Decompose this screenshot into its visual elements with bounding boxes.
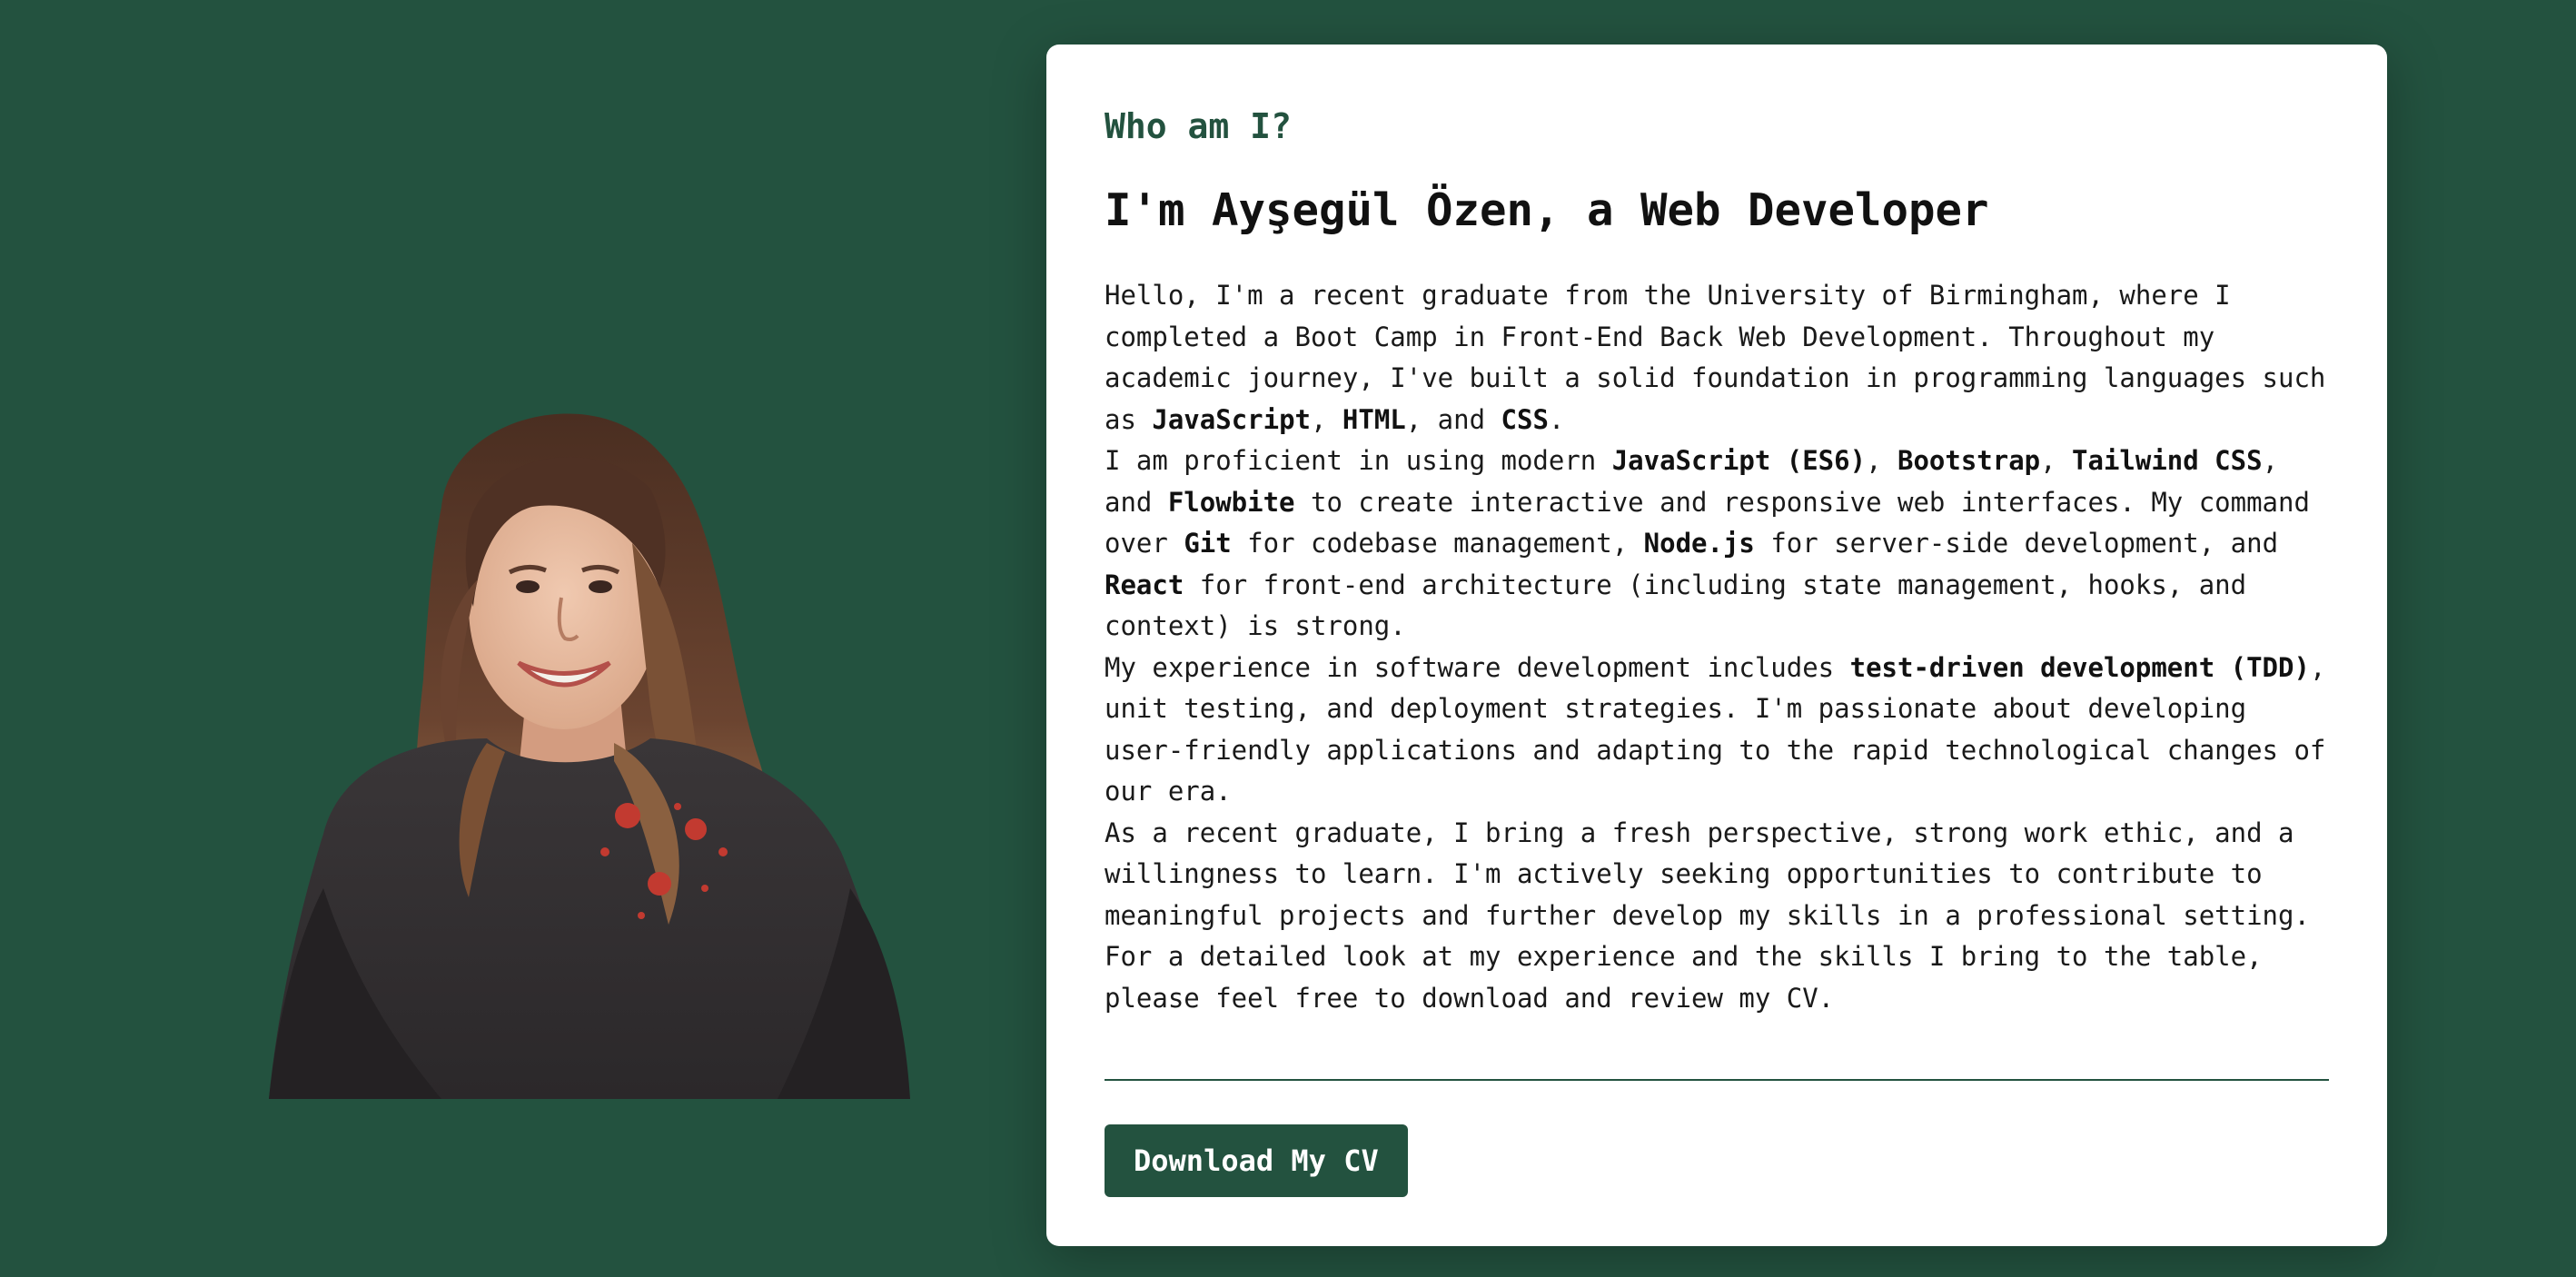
- download-cv-button[interactable]: Download My CV: [1105, 1124, 1408, 1197]
- about-card: Who am I? I'm Ayşegül Özen, a Web Develo…: [1046, 45, 2387, 1246]
- profile-photo: [269, 380, 910, 1099]
- skill-tailwind: Tailwind CSS: [2072, 445, 2263, 476]
- skill-html: HTML: [1342, 403, 1406, 435]
- page-title: I'm Ayşegül Özen, a Web Developer: [1105, 184, 1989, 236]
- bio-paragraph-3: My experience in software development in…: [1105, 651, 2326, 807]
- bio-paragraph-1: Hello, I'm a recent graduate from the Un…: [1105, 280, 2326, 435]
- skill-react: React: [1105, 569, 1184, 600]
- section-divider: [1105, 1079, 2329, 1081]
- skill-javascript: JavaScript: [1152, 403, 1311, 435]
- skill-flowbite: Flowbite: [1167, 486, 1295, 518]
- skill-tdd: test-driven development (TDD): [1849, 651, 2310, 683]
- section-eyebrow: Who am I?: [1105, 106, 1292, 146]
- bio-paragraph-2: I am proficient in using modern JavaScri…: [1105, 445, 2310, 641]
- skill-es6: JavaScript (ES6): [1611, 445, 1867, 476]
- skill-bootstrap: Bootstrap: [1897, 445, 2041, 476]
- profile-photo-illustration: [269, 413, 910, 1099]
- bio-text: Hello, I'm a recent graduate from the Un…: [1105, 275, 2333, 1019]
- bio-paragraph-4: As a recent graduate, I bring a fresh pe…: [1105, 817, 2310, 931]
- bio-paragraph-5: For a detailed look at my experience and…: [1105, 941, 2263, 1014]
- skill-nodejs: Node.js: [1643, 528, 1755, 559]
- skill-css: CSS: [1501, 403, 1549, 435]
- skill-git: Git: [1184, 528, 1232, 559]
